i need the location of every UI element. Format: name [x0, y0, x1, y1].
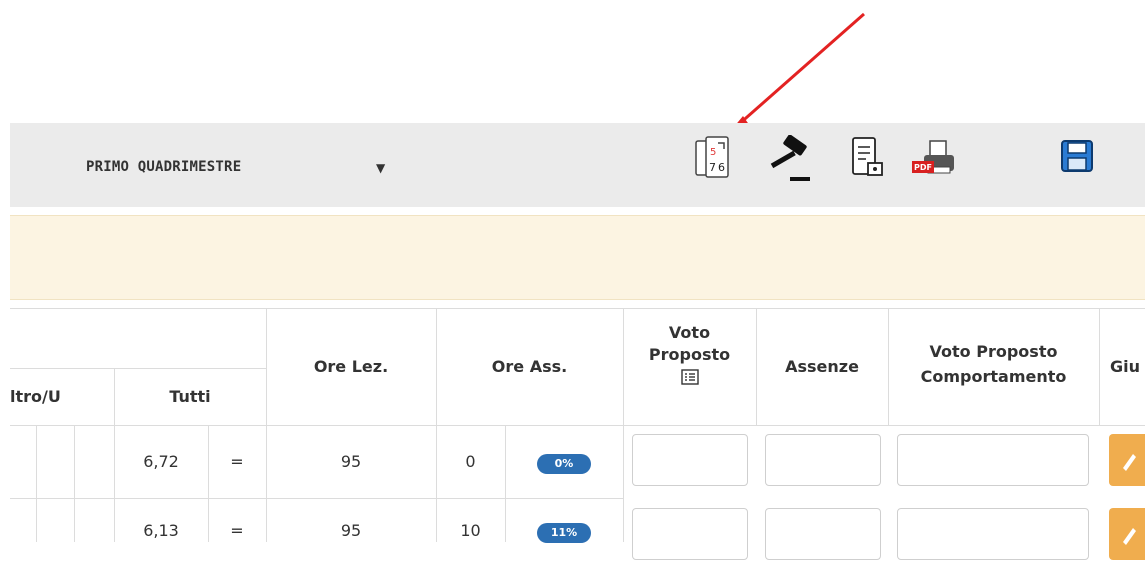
- save-icon[interactable]: [1060, 139, 1096, 175]
- edit-judgement-button[interactable]: [1109, 508, 1145, 560]
- assenze-input[interactable]: [765, 434, 881, 486]
- voto-comportamento-input[interactable]: [897, 508, 1089, 560]
- ore-lez-value: 95: [340, 521, 362, 540]
- header-giudizio: Giu: [1110, 357, 1141, 376]
- svg-text:PDF: PDF: [914, 163, 932, 172]
- trend-value: =: [230, 521, 244, 540]
- edit-judgement-button[interactable]: [1109, 434, 1145, 486]
- header-tutti: Tutti: [169, 387, 211, 406]
- ore-ass-value: 0: [465, 452, 476, 471]
- header-ore-lez: Ore Lez.: [313, 357, 389, 376]
- list-icon[interactable]: [681, 369, 699, 389]
- svg-text:7: 7: [709, 161, 716, 174]
- voto-proposto-input[interactable]: [632, 434, 748, 486]
- gavel-icon[interactable]: [764, 135, 814, 185]
- header-altro-u: ltro/U: [10, 387, 61, 406]
- percentage-badge: 11%: [537, 523, 591, 543]
- header-assenze: Assenze: [785, 357, 859, 376]
- media-value: 6,13: [143, 521, 179, 540]
- voto-comportamento-input[interactable]: [897, 434, 1089, 486]
- grades-table: ltro/U Tutti Ore Lez. Ore Ass. Voto Prop…: [0, 308, 1145, 560]
- assenze-input[interactable]: [765, 508, 881, 560]
- grade-sheet-icon[interactable]: 5 7 6: [694, 135, 734, 181]
- svg-text:6: 6: [718, 161, 725, 174]
- chevron-down-icon[interactable]: ▼: [376, 161, 385, 175]
- ore-ass-value: 10: [460, 521, 481, 540]
- notice-banner: [10, 215, 1145, 300]
- ore-lez-value: 95: [340, 452, 362, 471]
- percentage-badge: 0%: [537, 454, 591, 474]
- trend-value: =: [230, 452, 244, 471]
- voto-proposto-input[interactable]: [632, 508, 748, 560]
- toolbar: PRIMO QUADRIMESTRE ▼ 5 7 6 PDF: [10, 123, 1145, 207]
- media-value: 6,72: [143, 452, 179, 471]
- period-select[interactable]: PRIMO QUADRIMESTRE: [86, 159, 241, 175]
- pdf-print-icon[interactable]: PDF: [910, 135, 960, 181]
- document-lock-icon[interactable]: [850, 135, 886, 181]
- svg-text:5: 5: [710, 147, 716, 158]
- header-ore-ass: Ore Ass.: [491, 357, 568, 376]
